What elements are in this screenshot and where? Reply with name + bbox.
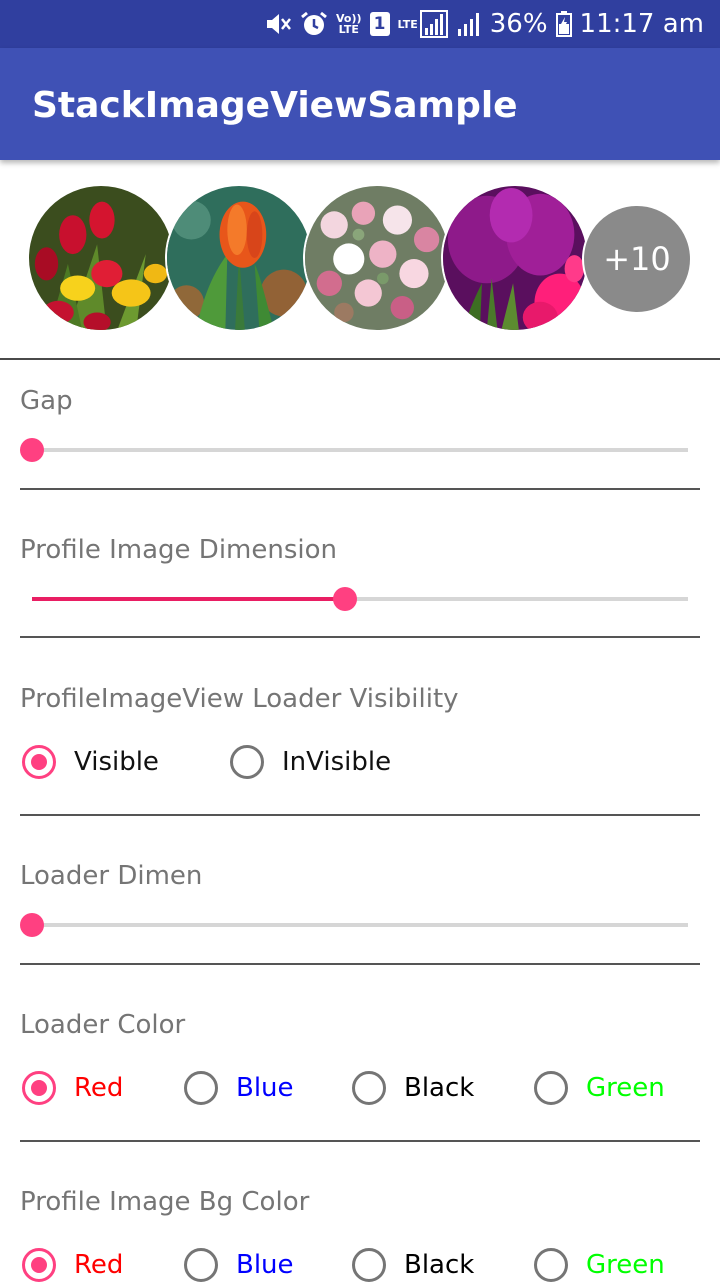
bg-color-radio-red-circle[interactable] bbox=[22, 1248, 56, 1282]
loader-dimen-label: Loader Dimen bbox=[20, 861, 203, 891]
loader-color-radio-blue[interactable]: Blue bbox=[184, 1071, 294, 1105]
loader-color-blue-label: Blue bbox=[236, 1073, 294, 1103]
radio-invisible[interactable]: InVisible bbox=[230, 745, 391, 779]
loader-dimen-seekbar[interactable] bbox=[20, 913, 688, 937]
gap-seekbar-thumb[interactable] bbox=[20, 438, 44, 462]
profile-image-tulips-purple[interactable] bbox=[441, 184, 589, 332]
profile-image-tulips-red-yellow[interactable] bbox=[27, 184, 175, 332]
gap-divider bbox=[20, 488, 700, 490]
bg-color-red-label: Red bbox=[74, 1250, 124, 1280]
profile-dimension-divider bbox=[20, 636, 700, 638]
status-bar: Vo)) LTE 1 LTE 36% 11:17 am bbox=[0, 0, 720, 48]
volte-icon: Vo)) LTE bbox=[336, 13, 362, 35]
more-count-badge[interactable]: +10 bbox=[582, 204, 692, 314]
bg-color-label: Profile Image Bg Color bbox=[20, 1187, 310, 1217]
loader-color-radio-black[interactable]: Black bbox=[352, 1071, 474, 1105]
profile-dimension-label: Profile Image Dimension bbox=[20, 535, 338, 565]
loader-color-label: Loader Color bbox=[20, 1010, 186, 1040]
gap-label: Gap bbox=[20, 386, 73, 416]
loader-visibility-label: ProfileImageView Loader Visibility bbox=[20, 684, 459, 714]
loader-dimen-seekbar-thumb[interactable] bbox=[20, 913, 44, 937]
loader-color-radio-black-circle[interactable] bbox=[352, 1071, 386, 1105]
sim-icon: 1 bbox=[369, 12, 390, 36]
signal-icon bbox=[456, 11, 482, 37]
loader-visibility-divider bbox=[20, 814, 700, 816]
radio-visible[interactable]: Visible bbox=[22, 745, 159, 779]
more-count-label: +10 bbox=[603, 240, 671, 278]
battery-percent: 36% bbox=[489, 9, 548, 39]
bg-color-green-label: Green bbox=[586, 1250, 665, 1280]
loader-color-radio-red-circle[interactable] bbox=[22, 1071, 56, 1105]
loader-color-divider bbox=[20, 1140, 700, 1142]
profile-image-rose-bouquet[interactable] bbox=[303, 184, 451, 332]
radio-invisible-label: InVisible bbox=[282, 747, 392, 777]
loader-color-radio-green[interactable]: Green bbox=[534, 1071, 665, 1105]
bg-color-black-label: Black bbox=[404, 1250, 475, 1280]
mute-icon bbox=[264, 11, 292, 37]
app-bar: StackImageViewSample bbox=[0, 48, 720, 160]
bg-color-radio-green-circle[interactable] bbox=[534, 1248, 568, 1282]
radio-visible-label: Visible bbox=[74, 747, 159, 777]
lte-label: LTE bbox=[397, 17, 418, 31]
profile-image-tulip-orange[interactable] bbox=[165, 184, 313, 332]
loader-color-radio-red[interactable]: Red bbox=[22, 1071, 123, 1105]
profile-dimension-seekbar[interactable] bbox=[32, 587, 688, 611]
profile-dimension-seekbar-fill bbox=[32, 597, 345, 601]
app-title: StackImageViewSample bbox=[32, 85, 518, 126]
bg-color-radio-blue[interactable]: Blue bbox=[184, 1248, 294, 1282]
loader-color-black-label: Black bbox=[404, 1073, 475, 1103]
loader-color-red-label: Red bbox=[74, 1073, 124, 1103]
alarm-icon bbox=[300, 10, 328, 38]
loader-dimen-divider bbox=[20, 963, 700, 965]
radio-visible-circle[interactable] bbox=[22, 745, 56, 779]
sim-number: 1 bbox=[369, 12, 390, 36]
bg-color-blue-label: Blue bbox=[236, 1250, 294, 1280]
volte-bottom-label: LTE bbox=[338, 23, 359, 36]
bg-color-radio-black[interactable]: Black bbox=[352, 1248, 474, 1282]
bg-color-radio-blue-circle[interactable] bbox=[184, 1248, 218, 1282]
bg-color-radio-black-circle[interactable] bbox=[352, 1248, 386, 1282]
bg-color-radio-green[interactable]: Green bbox=[534, 1248, 665, 1282]
profile-dimension-seekbar-thumb[interactable] bbox=[332, 587, 357, 611]
gap-seekbar[interactable] bbox=[20, 438, 688, 462]
loader-color-radio-blue-circle[interactable] bbox=[184, 1071, 218, 1105]
clock: 11:17 am bbox=[579, 9, 704, 39]
stack-image-view: +10 bbox=[0, 160, 720, 358]
battery-icon bbox=[555, 11, 572, 37]
bg-color-radio-red[interactable]: Red bbox=[22, 1248, 123, 1282]
top-divider bbox=[0, 358, 720, 360]
loader-color-green-label: Green bbox=[586, 1073, 665, 1103]
radio-invisible-circle[interactable] bbox=[230, 745, 264, 779]
loader-color-radio-green-circle[interactable] bbox=[534, 1071, 568, 1105]
lte-signal-icon: LTE bbox=[398, 10, 448, 38]
